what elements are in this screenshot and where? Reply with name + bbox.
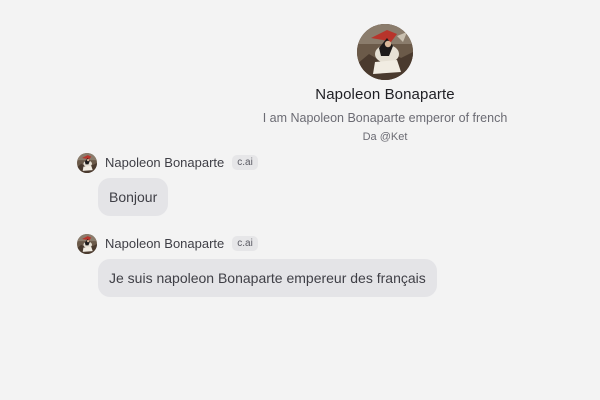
chat-message: Napoleon Bonaparte c.ai Bonjour (77, 152, 258, 216)
chat-message: Napoleon Bonaparte c.ai Je suis napoleon… (77, 233, 437, 297)
napoleon-portrait-icon (77, 152, 97, 173)
character-header: Napoleon Bonaparte I am Napoleon Bonapar… (235, 24, 535, 143)
character-name: Napoleon Bonaparte (315, 86, 455, 103)
ai-badge: c.ai (232, 236, 258, 251)
napoleon-portrait-icon (77, 233, 97, 254)
napoleon-portrait-icon (357, 24, 413, 80)
message-bubble[interactable]: Bonjour (98, 178, 169, 216)
creator-credit[interactable]: Da @Ket (235, 131, 535, 143)
message-avatar[interactable] (77, 233, 97, 254)
ai-badge: c.ai (232, 155, 258, 170)
message-avatar[interactable] (77, 152, 97, 173)
message-author: Napoleon Bonaparte (105, 236, 225, 251)
character-avatar[interactable] (357, 24, 413, 80)
character-description: I am Napoleon Bonaparte emperor of frenc… (262, 111, 508, 125)
message-header: Napoleon Bonaparte c.ai (77, 233, 437, 254)
message-header: Napoleon Bonaparte c.ai (77, 152, 258, 173)
message-author: Napoleon Bonaparte (105, 155, 225, 170)
message-bubble[interactable]: Je suis napoleon Bonaparte empereur des … (98, 259, 437, 297)
